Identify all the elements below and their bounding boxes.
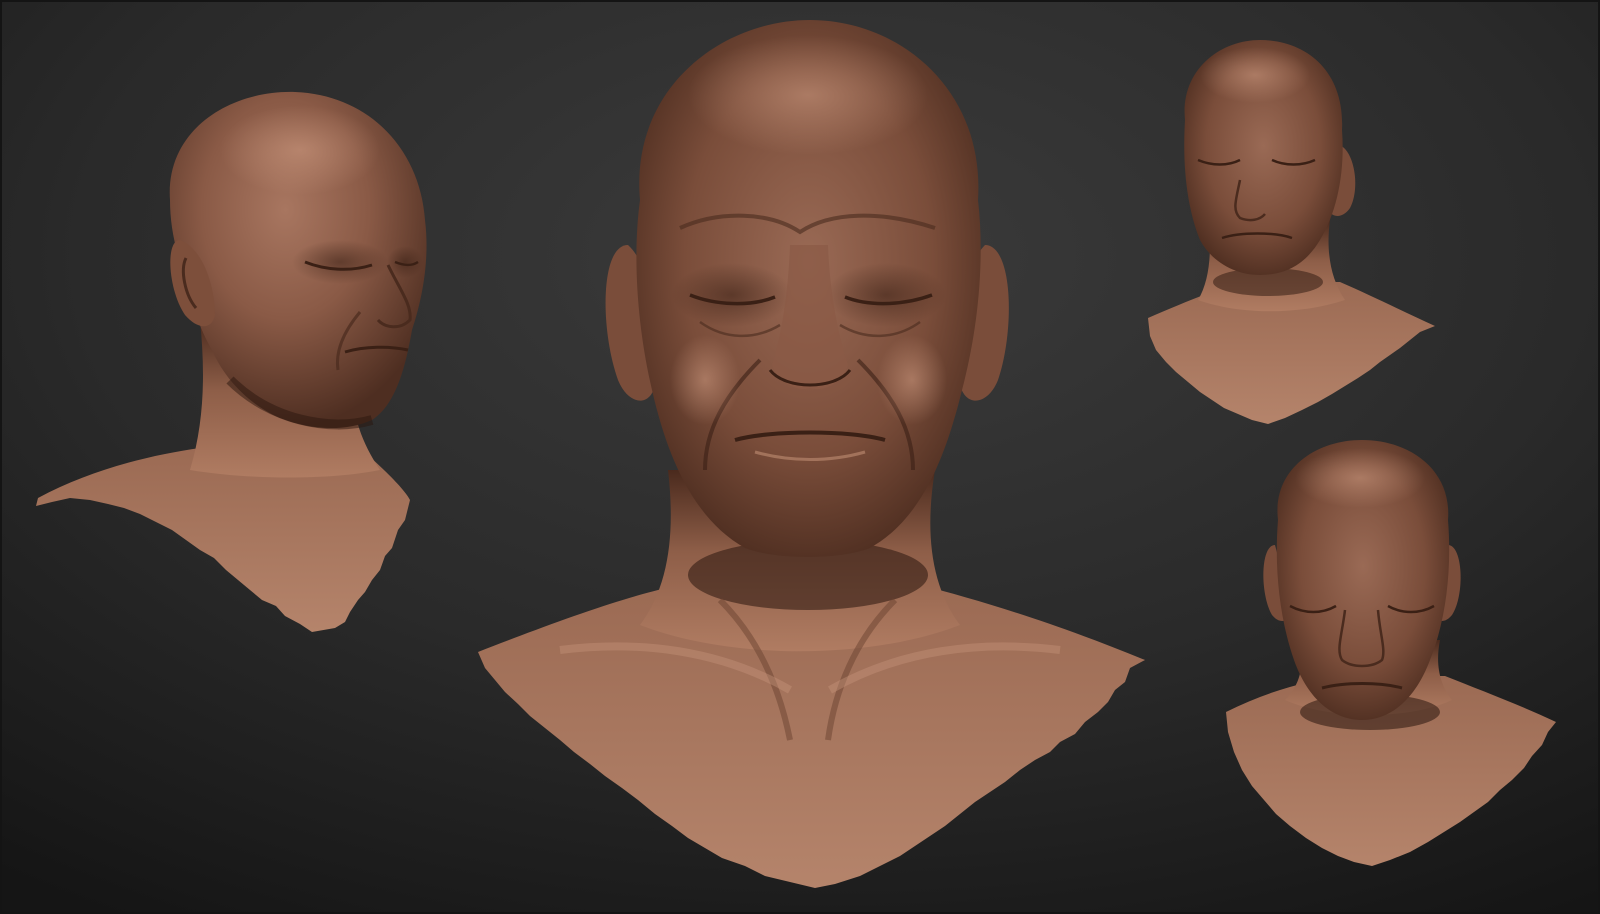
highlight — [877, 335, 947, 425]
highlight — [1200, 47, 1310, 103]
highlight — [220, 105, 380, 195]
render-canvas — [0, 0, 1600, 914]
highlight — [688, 35, 928, 155]
viewport — [0, 0, 1600, 914]
highlight — [1295, 448, 1425, 508]
highlight — [670, 335, 740, 425]
